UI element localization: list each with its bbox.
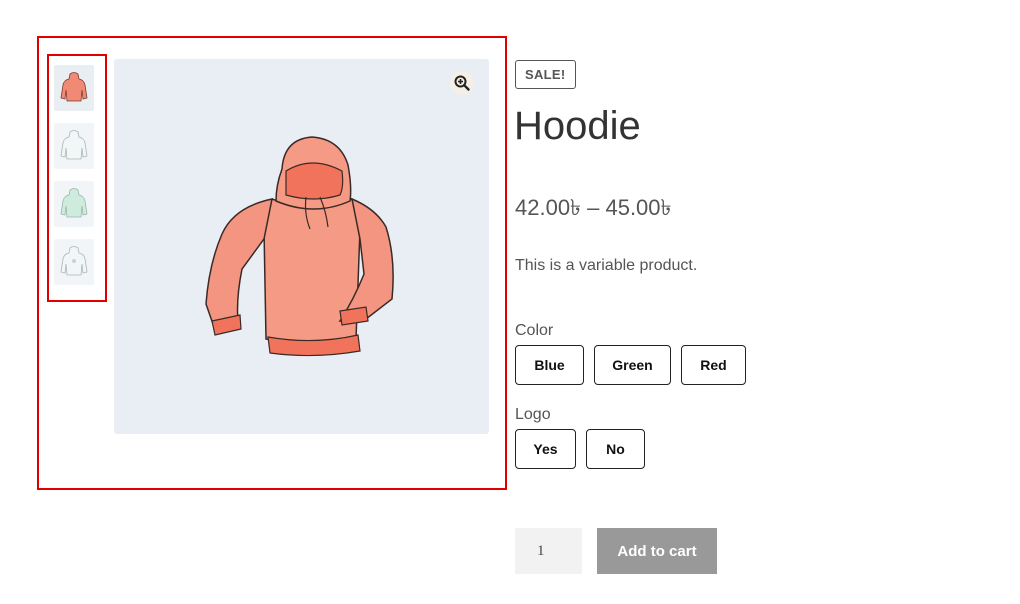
thumbnail-hoodie-white-logo[interactable]	[54, 239, 94, 285]
thumbnail-hoodie-green[interactable]	[54, 181, 94, 227]
color-attribute-label: Color	[515, 322, 554, 339]
logo-option-yes[interactable]: Yes	[515, 429, 576, 469]
color-option-red[interactable]: Red	[681, 345, 746, 385]
sale-badge: SALE!	[515, 60, 576, 89]
color-option-green[interactable]: Green	[594, 345, 671, 385]
zoom-button[interactable]	[450, 71, 474, 95]
hoodie-thumb-icon	[60, 130, 88, 160]
thumbnail-hoodie-pink[interactable]	[54, 65, 94, 111]
quantity-input[interactable]	[515, 528, 582, 574]
product-price: 42.00৳ – 45.00৳	[515, 195, 672, 220]
hoodie-thumb-icon	[60, 188, 88, 218]
logo-attribute-label: Logo	[515, 406, 551, 423]
color-option-blue[interactable]: Blue	[515, 345, 584, 385]
thumbnail-hoodie-white[interactable]	[54, 123, 94, 169]
product-title: Hoodie	[514, 104, 641, 148]
hoodie-thumb-icon	[60, 246, 88, 276]
main-product-image[interactable]	[114, 59, 489, 434]
hoodie-image	[205, 136, 394, 357]
logo-option-no[interactable]: No	[586, 429, 645, 469]
hoodie-thumb-icon	[60, 72, 88, 102]
product-description: This is a variable product.	[515, 257, 698, 274]
zoom-in-icon	[454, 75, 470, 91]
add-to-cart-button[interactable]: Add to cart	[597, 528, 717, 574]
